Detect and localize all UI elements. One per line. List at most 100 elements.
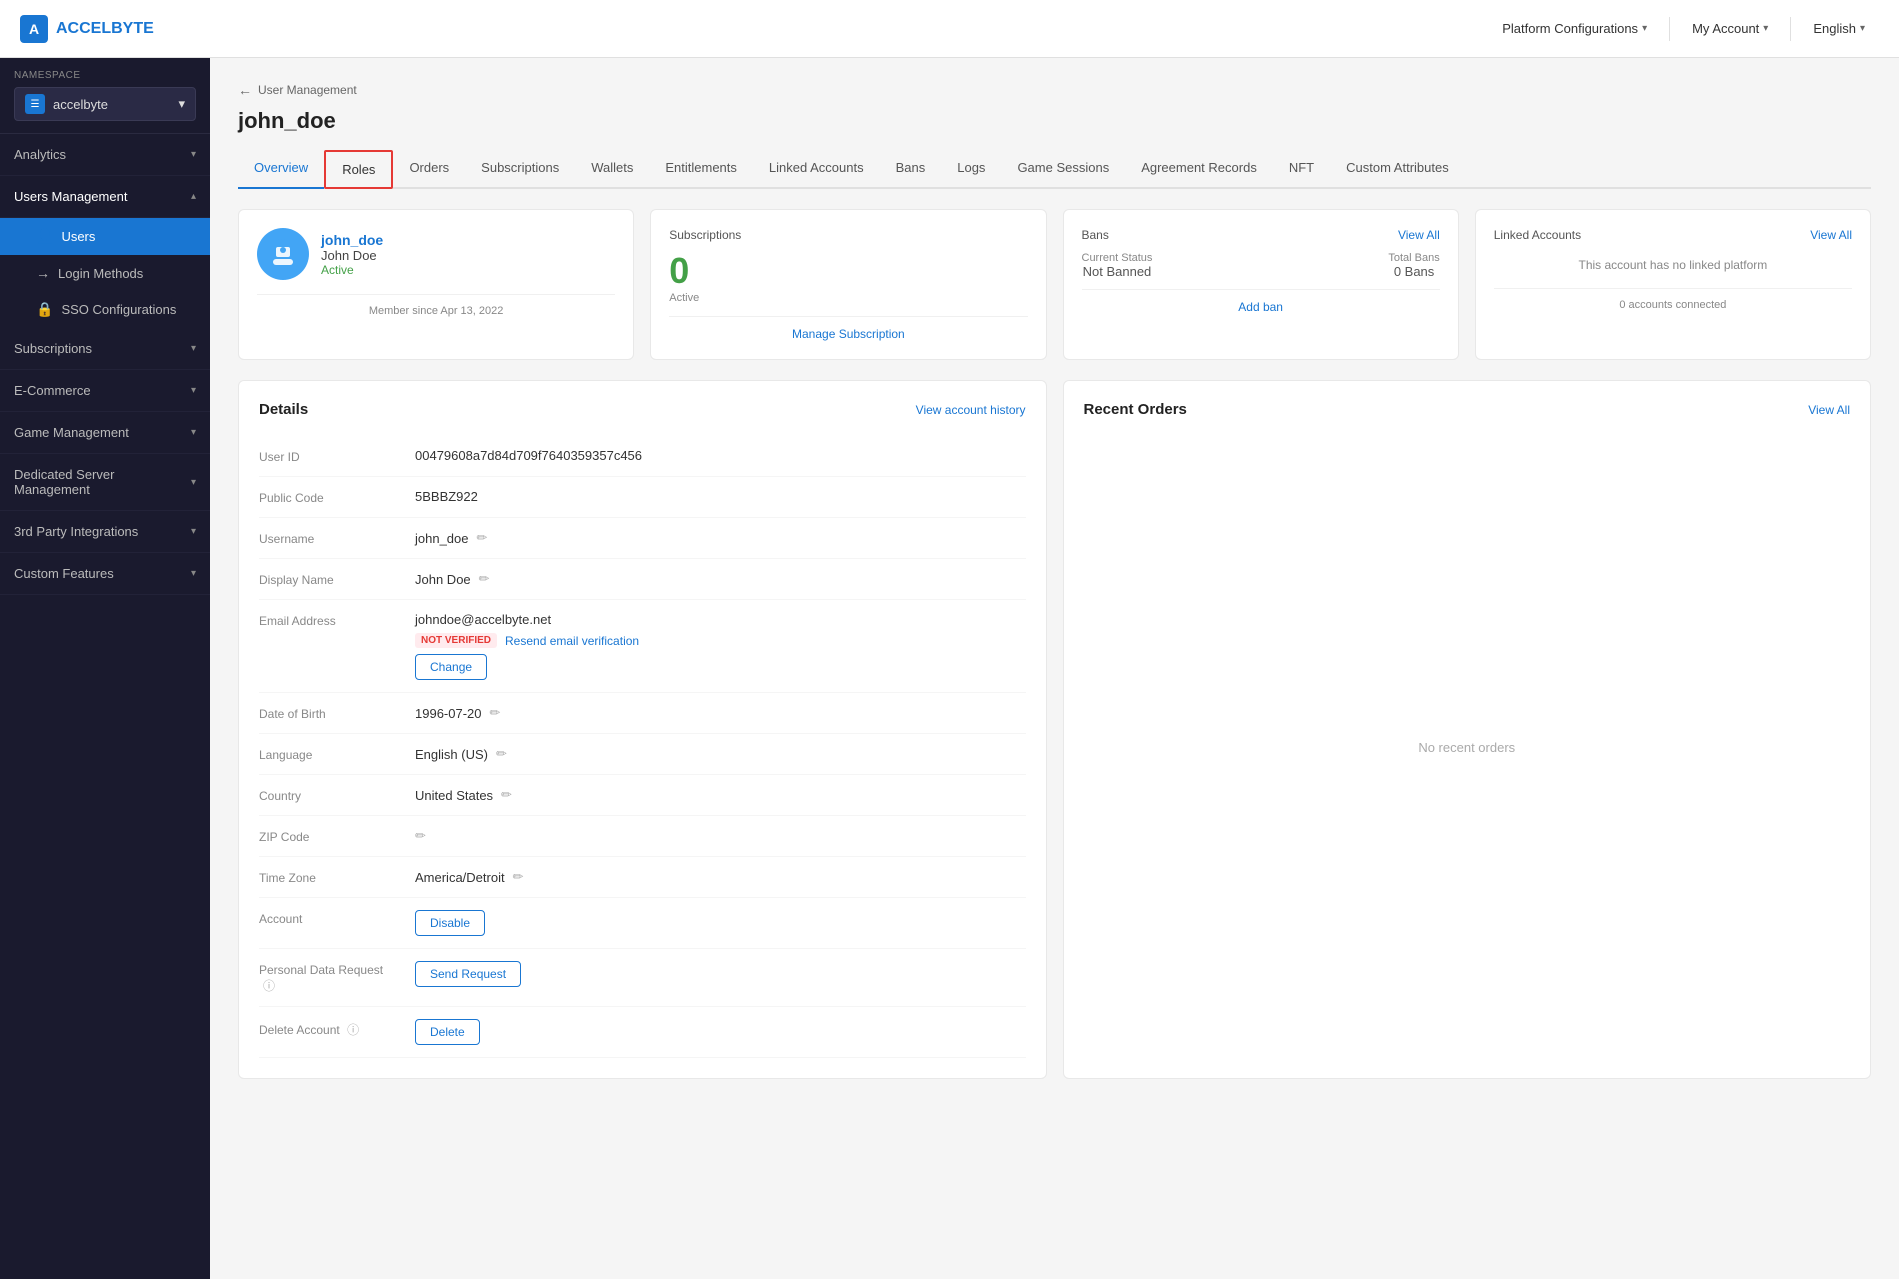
sidebar-subitem-sso-config[interactable]: 🔒 SSO Configurations: [0, 291, 210, 328]
language-label: Language: [259, 746, 399, 762]
tab-orders[interactable]: Orders: [393, 150, 465, 189]
zip-label: ZIP Code: [259, 828, 399, 844]
sidebar-subitem-login-methods[interactable]: → Login Methods: [0, 255, 210, 291]
zip-edit-icon[interactable]: ✏: [415, 828, 426, 844]
tab-wallets[interactable]: Wallets: [575, 150, 649, 189]
username-edit-icon[interactable]: ✏: [477, 530, 488, 546]
country-edit-icon[interactable]: ✏: [501, 787, 512, 803]
sidebar-item-dedicated-server[interactable]: Dedicated Server Management ▾: [0, 454, 210, 511]
tab-linked-accounts[interactable]: Linked Accounts: [753, 150, 880, 189]
tab-bans[interactable]: Bans: [880, 150, 942, 189]
send-request-button[interactable]: Send Request: [415, 961, 521, 987]
username-label: Username: [259, 530, 399, 546]
sidebar-item-analytics[interactable]: Analytics ▾: [0, 134, 210, 176]
linked-empty-message: This account has no linked platform: [1494, 258, 1852, 272]
game-management-chevron-icon: ▾: [191, 427, 196, 438]
logo-icon: A: [20, 15, 48, 43]
total-bans-label: Total Bans: [1388, 252, 1439, 264]
content-inner: ← User Management john_doe Overview Role…: [210, 58, 1899, 1103]
detail-delete-account: Delete Account ⓘ Delete: [259, 1007, 1026, 1058]
tab-overview[interactable]: Overview: [238, 150, 324, 189]
recent-orders-card: Recent Orders View All No recent orders: [1063, 380, 1872, 1079]
personal-data-label: Personal Data Request ⓘ: [259, 961, 399, 994]
tab-custom-attributes[interactable]: Custom Attributes: [1330, 150, 1465, 189]
sidebar-item-game-management[interactable]: Game Management ▾: [0, 412, 210, 454]
detail-dob: Date of Birth 1996-07-20 ✏: [259, 693, 1026, 734]
change-email-button[interactable]: Change: [415, 654, 487, 680]
language-value: English (US) ✏: [415, 746, 1026, 762]
country-label: Country: [259, 787, 399, 803]
cards-row: john_doe John Doe Active Member since Ap…: [238, 209, 1871, 360]
resend-verification-link[interactable]: Resend email verification: [505, 634, 639, 648]
recent-orders-empty: No recent orders: [1084, 436, 1851, 1058]
bans-current-status: Current Status Not Banned: [1082, 252, 1153, 279]
sidebar-item-ecommerce[interactable]: E-Commerce ▾: [0, 370, 210, 412]
detail-account: Account Disable: [259, 898, 1026, 949]
member-since: Member since Apr 13, 2022: [257, 294, 615, 317]
user-link[interactable]: john_doe: [321, 232, 383, 248]
language-button[interactable]: English ▾: [1799, 13, 1879, 44]
namespace-section: NAMESPACE ☰ accelbyte ▾: [0, 58, 210, 134]
main-layout: NAMESPACE ☰ accelbyte ▾ Analytics ▾ User…: [0, 58, 1899, 1279]
timezone-edit-icon[interactable]: ✏: [513, 869, 524, 885]
tab-game-sessions[interactable]: Game Sessions: [1001, 150, 1125, 189]
display-name-value: John Doe ✏: [415, 571, 1026, 587]
delete-account-button[interactable]: Delete: [415, 1019, 480, 1045]
sidebar-subitem-users[interactable]: 👤 Users: [0, 218, 210, 255]
sidebar-item-custom-features[interactable]: Custom Features ▾: [0, 553, 210, 595]
content-area: ← User Management john_doe Overview Role…: [210, 58, 1899, 1279]
platform-configs-button[interactable]: Platform Configurations ▾: [1488, 13, 1661, 44]
tab-logs[interactable]: Logs: [941, 150, 1001, 189]
language-edit-icon[interactable]: ✏: [496, 746, 507, 762]
sidebar-item-3rd-party[interactable]: 3rd Party Integrations ▾: [0, 511, 210, 553]
user-id-label: User ID: [259, 448, 399, 464]
timezone-label: Time Zone: [259, 869, 399, 885]
breadcrumb[interactable]: ← User Management: [238, 82, 1871, 98]
bottom-row: Details View account history User ID 004…: [238, 380, 1871, 1079]
logo: A ACCELBYTE: [20, 15, 154, 43]
display-name-edit-icon[interactable]: ✏: [479, 571, 490, 587]
breadcrumb-text: User Management: [258, 83, 357, 97]
linked-count: 0 accounts connected: [1494, 288, 1852, 311]
personal-data-info-icon[interactable]: ⓘ: [263, 979, 275, 993]
tab-roles[interactable]: Roles: [324, 150, 393, 189]
namespace-icon: ☰: [25, 94, 45, 114]
details-card: Details View account history User ID 004…: [238, 380, 1047, 1079]
recent-orders-title: Recent Orders: [1084, 401, 1187, 418]
namespace-label: NAMESPACE: [14, 70, 196, 81]
bans-view-all-link[interactable]: View All: [1398, 228, 1440, 242]
recent-orders-view-all-link[interactable]: View All: [1808, 403, 1850, 417]
dedicated-server-chevron-icon: ▾: [191, 477, 196, 488]
dob-edit-icon[interactable]: ✏: [490, 705, 501, 721]
manage-subscription-link[interactable]: Manage Subscription: [669, 316, 1027, 341]
detail-personal-data: Personal Data Request ⓘ Send Request: [259, 949, 1026, 1007]
user-status: Active: [321, 263, 383, 277]
recent-orders-header: Recent Orders View All: [1084, 401, 1851, 418]
top-nav: A ACCELBYTE Platform Configurations ▾ My…: [0, 0, 1899, 58]
zip-value: ✏: [415, 828, 1026, 844]
add-ban-link[interactable]: Add ban: [1082, 289, 1440, 314]
linked-accounts-card-header: Linked Accounts: [1494, 228, 1852, 242]
tab-nft[interactable]: NFT: [1273, 150, 1330, 189]
tab-entitlements[interactable]: Entitlements: [649, 150, 753, 189]
current-status-label: Current Status: [1082, 252, 1153, 264]
sidebar: NAMESPACE ☰ accelbyte ▾ Analytics ▾ User…: [0, 58, 210, 1279]
tab-agreement-records[interactable]: Agreement Records: [1125, 150, 1273, 189]
subscriptions-count: 0: [669, 250, 1027, 292]
linked-accounts-summary-card: Linked Accounts View All This account ha…: [1475, 209, 1871, 360]
sidebar-item-users-management[interactable]: Users Management ▴: [0, 176, 210, 218]
subscriptions-summary-card: Subscriptions 0 Active Manage Subscripti…: [650, 209, 1046, 360]
namespace-selector[interactable]: ☰ accelbyte ▾: [14, 87, 196, 121]
my-account-button[interactable]: My Account ▾: [1678, 13, 1782, 44]
timezone-value: America/Detroit ✏: [415, 869, 1026, 885]
custom-features-chevron-icon: ▾: [191, 568, 196, 579]
disable-account-button[interactable]: Disable: [415, 910, 485, 936]
users-management-chevron-icon: ▴: [191, 191, 196, 202]
sidebar-item-subscriptions[interactable]: Subscriptions ▾: [0, 328, 210, 370]
3rd-party-chevron-icon: ▾: [191, 526, 196, 537]
linked-accounts-view-all-link[interactable]: View All: [1810, 228, 1852, 242]
username-value: john_doe ✏: [415, 530, 1026, 546]
tab-subscriptions[interactable]: Subscriptions: [465, 150, 575, 189]
delete-account-info-icon[interactable]: ⓘ: [347, 1023, 359, 1037]
view-account-history-link[interactable]: View account history: [916, 403, 1026, 417]
